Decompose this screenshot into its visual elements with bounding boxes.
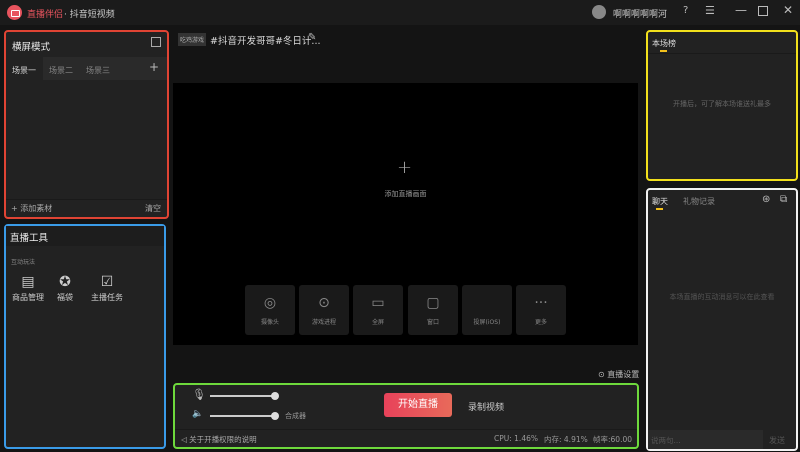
source-more[interactable]: ··· 更多 xyxy=(516,285,566,335)
frame-rate: 帧率:60.00 xyxy=(593,435,632,444)
chat-input[interactable]: 说两句... xyxy=(648,430,763,449)
speaker-icon[interactable]: 🔈 xyxy=(192,409,203,419)
chat-empty-text: 本场直播的互动消息可以在此查看 xyxy=(669,293,775,301)
scene-panel: 横屏模式 场景一 场景二 场景三 + + 添加素材 清空 xyxy=(4,30,169,219)
stream-title: #抖音开发哥哥#冬日计... xyxy=(210,36,321,47)
more-icon: ··· xyxy=(534,295,548,311)
star-icon: ✪ xyxy=(59,274,71,290)
ranking-panel: 本场榜 开播后，可了解本场谁送礼最多 xyxy=(646,30,798,181)
tool-product-management[interactable]: ▤ 商品管理 xyxy=(8,274,48,303)
speaker-volume-slider[interactable] xyxy=(210,412,279,420)
permission-notice-link[interactable]: ◁ 关于开播权限的说明 xyxy=(181,434,257,445)
source-camera[interactable]: ◎ 摄像头 xyxy=(245,285,295,335)
app-subtitle: · 抖音短视频 xyxy=(64,10,115,20)
ranking-empty-text: 开播后，可了解本场谁送礼最多 xyxy=(673,100,771,108)
add-screen-icon[interactable]: + xyxy=(397,157,412,178)
source-label: 摄像头 xyxy=(260,319,279,326)
menu-icon[interactable]: ☰ xyxy=(705,4,715,17)
close-icon[interactable]: ✕ xyxy=(783,3,793,17)
chat-panel: 聊天 礼物记录 ⊛ ⧉ 本场直播的互动消息可以在此查看 说两句... 发送 xyxy=(646,188,798,451)
send-button[interactable]: 发送 xyxy=(769,435,785,446)
chat-input-placeholder: 说两句... xyxy=(651,436,681,445)
chat-settings-icon[interactable]: ⊛ xyxy=(762,194,770,205)
username[interactable]: 啊啊啊啊啊河 xyxy=(613,7,667,20)
add-material-label: 添加素材 xyxy=(20,204,53,213)
source-window[interactable]: ▢ 窗口 xyxy=(408,285,458,335)
gamepad-icon: ⊙ xyxy=(318,295,330,311)
source-label: 更多 xyxy=(534,319,547,326)
task-icon: ☑ xyxy=(100,274,114,290)
title-bar: 直播伴侣 · 抖音短视频 啊啊啊啊啊河 ? ☰ — ✕ xyxy=(0,0,800,25)
add-scene-icon[interactable]: + xyxy=(149,60,159,74)
tool-label: 福袋 xyxy=(57,293,73,302)
minimize-icon[interactable]: — xyxy=(735,3,747,17)
preview-canvas[interactable]: + 添加直播画面 xyxy=(173,83,638,345)
start-live-button[interactable]: 开始直播 xyxy=(384,393,452,417)
source-game[interactable]: ⊙ 游戏进程 xyxy=(299,285,349,335)
microphone-volume-slider[interactable] xyxy=(210,392,279,400)
tool-host-tasks[interactable]: ☑ 主播任务 xyxy=(86,274,128,303)
memory-usage: 内存: 4.91% xyxy=(544,435,588,444)
maximize-icon[interactable] xyxy=(758,6,768,16)
announcement-icon: ◁ xyxy=(181,435,187,444)
live-settings-button[interactable]: ⊙ 直播设置 xyxy=(598,369,639,380)
app-name: 直播伴侣 xyxy=(27,10,64,20)
tab-scene-3[interactable]: 场景三 xyxy=(86,65,110,76)
record-video-button[interactable]: 录制视频 xyxy=(468,400,504,413)
store-icon: ▤ xyxy=(21,274,35,290)
source-label: 游戏进程 xyxy=(311,319,336,326)
edit-title-icon[interactable]: ✎ xyxy=(308,32,316,43)
tab-scene-1[interactable]: 场景一 xyxy=(12,65,36,76)
popout-icon[interactable]: ⧉ xyxy=(780,194,787,205)
clear-button[interactable]: 清空 xyxy=(145,203,161,214)
source-label: 投屏(iOS) xyxy=(473,319,501,326)
tab-scene-2[interactable]: 场景二 xyxy=(49,65,73,76)
tool-label: 商品管理 xyxy=(12,293,44,302)
category-badge[interactable]: 吃鸡游戏 xyxy=(178,33,207,46)
source-label: 全屏 xyxy=(371,319,384,326)
help-icon[interactable]: ? xyxy=(683,5,688,16)
app-logo-icon xyxy=(7,5,22,20)
microphone-icon[interactable]: 🎙 xyxy=(192,388,206,401)
apple-icon xyxy=(462,295,512,311)
tab-chat[interactable]: 聊天 xyxy=(652,196,668,207)
source-label: 窗口 xyxy=(426,319,439,326)
interactive-section-label: 互动玩法 xyxy=(11,259,36,266)
live-tools-panel: 直播工具 互动玩法 ▤ 商品管理 ✪ 福袋 ☑ 主播任务 xyxy=(4,224,166,449)
tool-lucky-bag[interactable]: ✪ 福袋 xyxy=(48,274,82,303)
permission-notice-label: 关于开播权限的说明 xyxy=(189,435,257,444)
cpu-usage: CPU: 1.46% xyxy=(494,434,538,443)
mixer-button[interactable]: 合成器 xyxy=(285,411,306,421)
scene-mode-title: 横屏模式 xyxy=(12,42,51,53)
settings-icon: ⊙ xyxy=(598,370,605,379)
tool-label: 主播任务 xyxy=(91,293,123,302)
ranking-title[interactable]: 本场榜 xyxy=(652,38,676,49)
layout-icon[interactable] xyxy=(151,37,161,47)
window-icon: ▢ xyxy=(426,295,440,311)
monitor-icon: ▭ xyxy=(371,295,385,311)
camera-icon: ◎ xyxy=(263,295,277,311)
tab-gift-records[interactable]: 礼物记录 xyxy=(683,196,715,207)
live-settings-label: 直播设置 xyxy=(607,370,640,379)
source-ios[interactable]: 投屏(iOS) xyxy=(462,285,512,335)
add-screen-label[interactable]: 添加直播画面 xyxy=(173,189,638,199)
add-material-button[interactable]: + 添加素材 xyxy=(11,203,52,214)
live-tools-title: 直播工具 xyxy=(10,233,49,244)
control-panel: 🎙 🔈 合成器 开始直播 录制视频 ◁ 关于开播权限的说明 CPU: 1.46%… xyxy=(173,383,639,449)
avatar[interactable] xyxy=(592,5,606,19)
source-fullscreen[interactable]: ▭ 全屏 xyxy=(353,285,403,335)
